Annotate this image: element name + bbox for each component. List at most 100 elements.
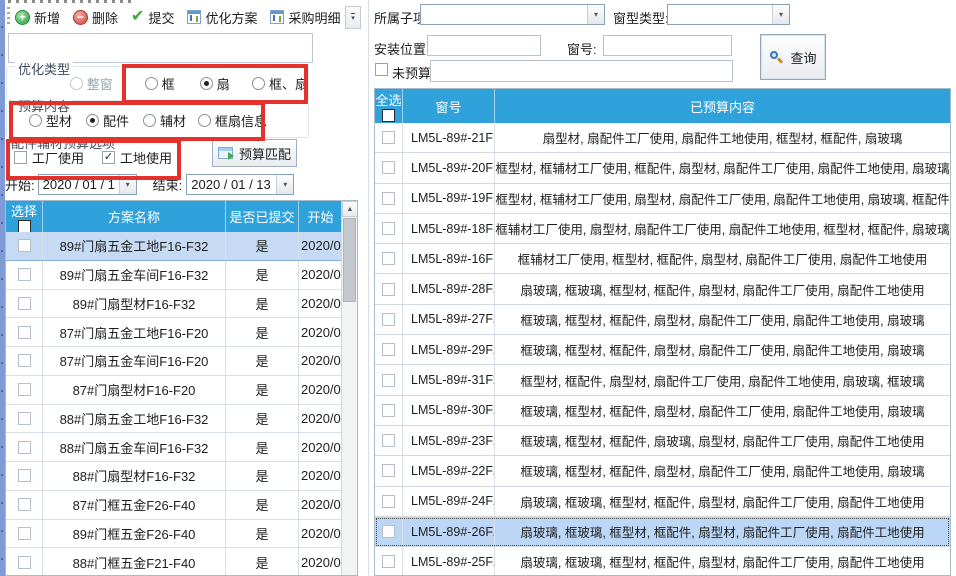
row-checkbox-cell[interactable] (6, 261, 43, 289)
start-date-picker[interactable]: 2020 / 01 / 1 ▾ (38, 174, 137, 195)
site-use-label[interactable]: 工地使用 (120, 148, 172, 167)
table-row[interactable]: LM5L-89#-29F27 框玻璃, 框型材, 框配件, 扇型材, 扇配件工厂… (375, 335, 950, 365)
table-row[interactable]: LM5L-89#-21F19 扇型材, 扇配件工厂使用, 扇配件工地使用, 框型… (375, 123, 950, 153)
window-no-input[interactable] (603, 35, 732, 56)
row-checkbox[interactable] (382, 555, 395, 568)
row-checkbox-cell[interactable] (375, 517, 403, 546)
checkbox-checked[interactable]: ✓ (102, 151, 115, 164)
radio-profile-label[interactable]: 型材 (46, 111, 72, 130)
radio-sash-label[interactable]: 扇 (217, 74, 230, 93)
table-row[interactable]: LM5L-89#-31F29 框型材, 框配件, 扇型材, 扇配件工厂使用, 扇… (375, 365, 950, 395)
table-row[interactable]: LM5L-89#-25F23 扇玻璃, 框玻璃, 框型材, 框配件, 扇型材, … (375, 547, 950, 576)
row-checkbox-cell[interactable] (6, 347, 43, 375)
scroll-up-icon[interactable]: ▲ (342, 201, 358, 217)
row-checkbox[interactable] (382, 404, 395, 417)
radio-auxiliary[interactable] (143, 114, 156, 127)
radio-auxiliary-label[interactable]: 辅材 (160, 111, 186, 130)
row-checkbox[interactable] (382, 434, 395, 447)
table-row[interactable]: LM5L-89#-30F28 框玻璃, 框型材, 框配件, 扇型材, 扇配件工厂… (375, 396, 950, 426)
panel-splitter[interactable] (368, 0, 369, 576)
toolbar-overflow-button[interactable]: ▾ (345, 6, 361, 29)
new-button[interactable]: + 新增 (15, 8, 60, 27)
row-checkbox[interactable] (18, 297, 31, 310)
table-row[interactable]: 89#门扇五金车间F16-F32 是 2020/0 (6, 261, 357, 290)
row-checkbox[interactable] (382, 222, 395, 235)
row-checkbox-cell[interactable] (375, 274, 403, 303)
row-checkbox[interactable] (18, 412, 31, 425)
radio-frame-sash-info[interactable] (198, 114, 211, 127)
select-all-checkbox[interactable] (382, 109, 395, 122)
row-checkbox[interactable] (18, 498, 31, 511)
budgeted-column-header[interactable]: 已预算内容 (495, 89, 950, 123)
table-row[interactable]: LM5L-89#-19F17 框型材, 框辅材工厂使用, 扇型材, 扇配件工厂使… (375, 184, 950, 214)
site-use-checkbox[interactable]: ✓ 工地使用 (102, 148, 172, 167)
delete-button[interactable]: − 删除 (73, 8, 118, 27)
table-row[interactable]: 89#门扇五金工地F16-F32 是 2020/0 (6, 232, 357, 261)
row-checkbox-cell[interactable] (375, 153, 403, 182)
row-checkbox-cell[interactable] (375, 305, 403, 334)
submitted-column-header[interactable]: 是否已提交 (226, 201, 299, 232)
row-checkbox[interactable] (382, 464, 395, 477)
table-row[interactable]: 88#门扇五金车间F16-F32 是 2020/0 (6, 433, 357, 462)
sub-item-select[interactable]: ▾ (420, 4, 605, 25)
query-button[interactable]: 查询 (760, 34, 826, 80)
row-checkbox-cell[interactable] (375, 547, 403, 576)
row-checkbox-cell[interactable] (375, 426, 403, 455)
row-checkbox-cell[interactable] (6, 290, 43, 318)
submit-button[interactable]: ✔ 提交 (131, 8, 174, 27)
radio-sash[interactable] (200, 77, 213, 90)
table-row[interactable]: 87#门框五金F26-F40 是 2020/0 (6, 491, 357, 520)
window-type-select[interactable]: ▾ (667, 4, 790, 25)
table-row[interactable]: 87#门扇五金车间F16-F20 是 2020/0 (6, 347, 357, 376)
table-row[interactable]: 89#门框五金F26-F40 是 2020/0 (6, 520, 357, 549)
table-row[interactable]: 89#门扇型材F16-F32 是 2020/0 (6, 290, 357, 319)
row-checkbox-cell[interactable] (375, 335, 403, 364)
no-budget-checkbox[interactable] (375, 63, 388, 76)
row-checkbox[interactable] (382, 252, 395, 265)
start-column-header[interactable]: 开始 (299, 201, 342, 232)
chevron-down-icon[interactable]: ▾ (119, 175, 136, 194)
row-checkbox[interactable] (18, 326, 31, 339)
optimize-plan-button[interactable]: 优化方案 (187, 8, 257, 27)
row-checkbox-cell[interactable] (375, 456, 403, 485)
radio-frame-sash-info-label[interactable]: 框扇信息 (215, 111, 267, 130)
table-row[interactable]: LM5L-89#-23F21 框玻璃, 框型材, 框配件, 扇玻璃, 扇型材, … (375, 426, 950, 456)
table-row[interactable]: LM5L-89#-22F20 框玻璃, 框型材, 框配件, 扇型材, 扇配件工厂… (375, 456, 950, 486)
table-row[interactable]: LM5L-89#-24F22 扇玻璃, 框玻璃, 框型材, 框配件, 扇型材, … (375, 487, 950, 517)
table-row[interactable]: LM5L-89#-18F16 框辅材工厂使用, 扇型材, 扇配件工厂使用, 扇配… (375, 214, 950, 244)
row-checkbox[interactable] (18, 556, 31, 569)
toolbar-grip-icon[interactable] (7, 7, 10, 27)
table-row[interactable]: 87#门扇五金工地F16-F20 是 2020/0 (6, 318, 357, 347)
install-pos-input[interactable] (427, 35, 541, 56)
row-checkbox[interactable] (382, 161, 395, 174)
row-checkbox[interactable] (382, 313, 395, 326)
row-checkbox[interactable] (382, 374, 395, 387)
chevron-down-icon[interactable]: ▾ (276, 175, 293, 194)
window-no-column-header[interactable]: 窗号 (403, 89, 495, 123)
row-checkbox-cell[interactable] (375, 396, 403, 425)
table-row[interactable]: LM5L-89#-27F25 框玻璃, 框型材, 框配件, 扇型材, 扇配件工厂… (375, 305, 950, 335)
row-checkbox[interactable] (18, 469, 31, 482)
checkbox-unchecked[interactable] (14, 151, 27, 164)
row-checkbox[interactable] (18, 354, 31, 367)
row-checkbox-cell[interactable] (6, 520, 43, 548)
row-checkbox-cell[interactable] (375, 123, 403, 152)
row-checkbox[interactable] (382, 283, 395, 296)
row-checkbox-cell[interactable] (375, 244, 403, 273)
radio-frame-label[interactable]: 框 (162, 74, 175, 93)
row-checkbox-cell[interactable] (6, 405, 43, 433)
table-row[interactable]: LM5L-89#-20F18 框型材, 框辅材工厂使用, 框配件, 扇型材, 扇… (375, 153, 950, 183)
row-checkbox-cell[interactable] (6, 318, 43, 346)
row-checkbox[interactable] (382, 343, 395, 356)
row-checkbox[interactable] (382, 131, 395, 144)
row-checkbox[interactable] (382, 525, 395, 538)
factory-use-label[interactable]: 工厂使用 (32, 148, 84, 167)
factory-use-checkbox[interactable]: 工厂使用 (14, 148, 84, 167)
vertical-scrollbar[interactable]: ▲ (341, 201, 357, 575)
row-checkbox[interactable] (18, 268, 31, 281)
row-checkbox[interactable] (382, 495, 395, 508)
row-checkbox[interactable] (18, 383, 31, 396)
radio-fitting-label[interactable]: 配件 (103, 111, 129, 130)
select-all-checkbox[interactable] (18, 220, 31, 233)
row-checkbox-cell[interactable] (375, 487, 403, 516)
